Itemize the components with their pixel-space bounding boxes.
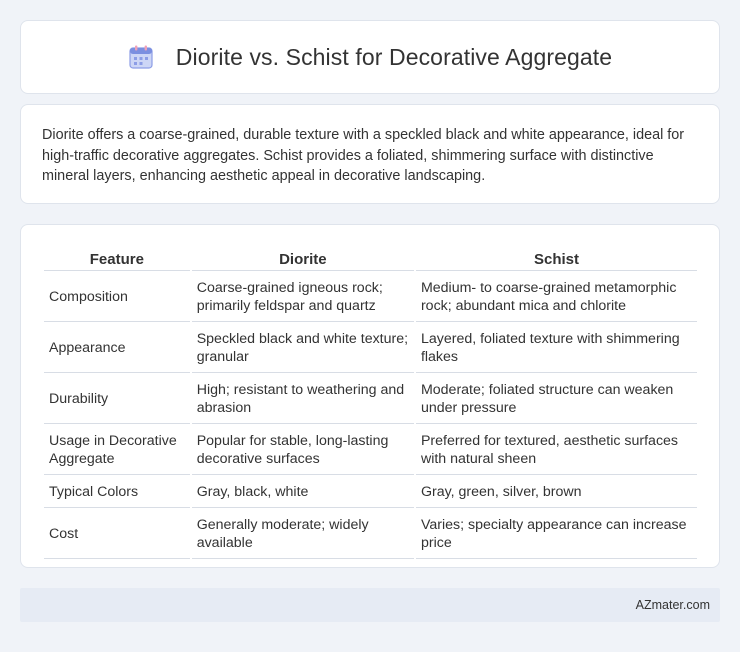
- cell-diorite: High; resistant to weathering and abrasi…: [191, 375, 414, 424]
- cell-feature: Cost: [44, 510, 190, 559]
- table-row: Durability High; resistant to weathering…: [44, 375, 697, 424]
- table-row: Typical Colors Gray, black, white Gray, …: [44, 477, 697, 508]
- cell-feature: Appearance: [44, 324, 190, 373]
- table-row: Appearance Speckled black and white text…: [44, 324, 697, 373]
- table-row: Usage in Decorative Aggregate Popular fo…: [44, 426, 697, 475]
- header-diorite: Diorite: [191, 247, 414, 271]
- cell-schist: Varies; specialty appearance can increas…: [415, 510, 697, 559]
- cell-schist: Moderate; foliated structure can weaken …: [415, 375, 697, 424]
- cell-diorite: Gray, black, white: [191, 477, 414, 508]
- summary-card: Diorite offers a coarse-grained, durable…: [20, 104, 720, 204]
- summary-text: Diorite offers a coarse-grained, durable…: [42, 127, 685, 184]
- header-schist: Schist: [415, 247, 697, 271]
- cell-schist: Layered, foliated texture with shimmerin…: [415, 324, 697, 373]
- cell-diorite: Speckled black and white texture; granul…: [191, 324, 414, 373]
- header-feature: Feature: [44, 247, 190, 271]
- page-title: Diorite vs. Schist for Decorative Aggreg…: [175, 43, 613, 70]
- calendar-icon: [128, 44, 154, 70]
- table-header-row: Feature Diorite Schist: [44, 247, 697, 271]
- cell-schist: Medium- to coarse-grained metamorphic ro…: [415, 273, 697, 322]
- cell-feature: Usage in Decorative Aggregate: [44, 426, 190, 475]
- cell-feature: Durability: [44, 375, 190, 424]
- title-card: Diorite vs. Schist for Decorative Aggreg…: [20, 20, 720, 94]
- table-row: Cost Generally moderate; widely availabl…: [44, 510, 697, 559]
- cell-schist: Preferred for textured, aesthetic surfac…: [415, 426, 697, 475]
- cell-diorite: Generally moderate; widely available: [191, 510, 414, 559]
- cell-feature: Typical Colors: [44, 477, 190, 508]
- cell-diorite: Popular for stable, long-lasting decorat…: [191, 426, 414, 475]
- table-row: Composition Coarse-grained igneous rock;…: [44, 273, 697, 322]
- footer-brand[interactable]: AZmater.com: [636, 598, 710, 612]
- cell-schist: Gray, green, silver, brown: [415, 477, 697, 508]
- cell-feature: Composition: [44, 273, 190, 322]
- table-card: Feature Diorite Schist Composition Coars…: [20, 224, 720, 568]
- cell-diorite: Coarse-grained igneous rock; primarily f…: [191, 273, 414, 322]
- comparison-table: Feature Diorite Schist Composition Coars…: [42, 245, 699, 561]
- footer-bar: AZmater.com: [20, 588, 720, 622]
